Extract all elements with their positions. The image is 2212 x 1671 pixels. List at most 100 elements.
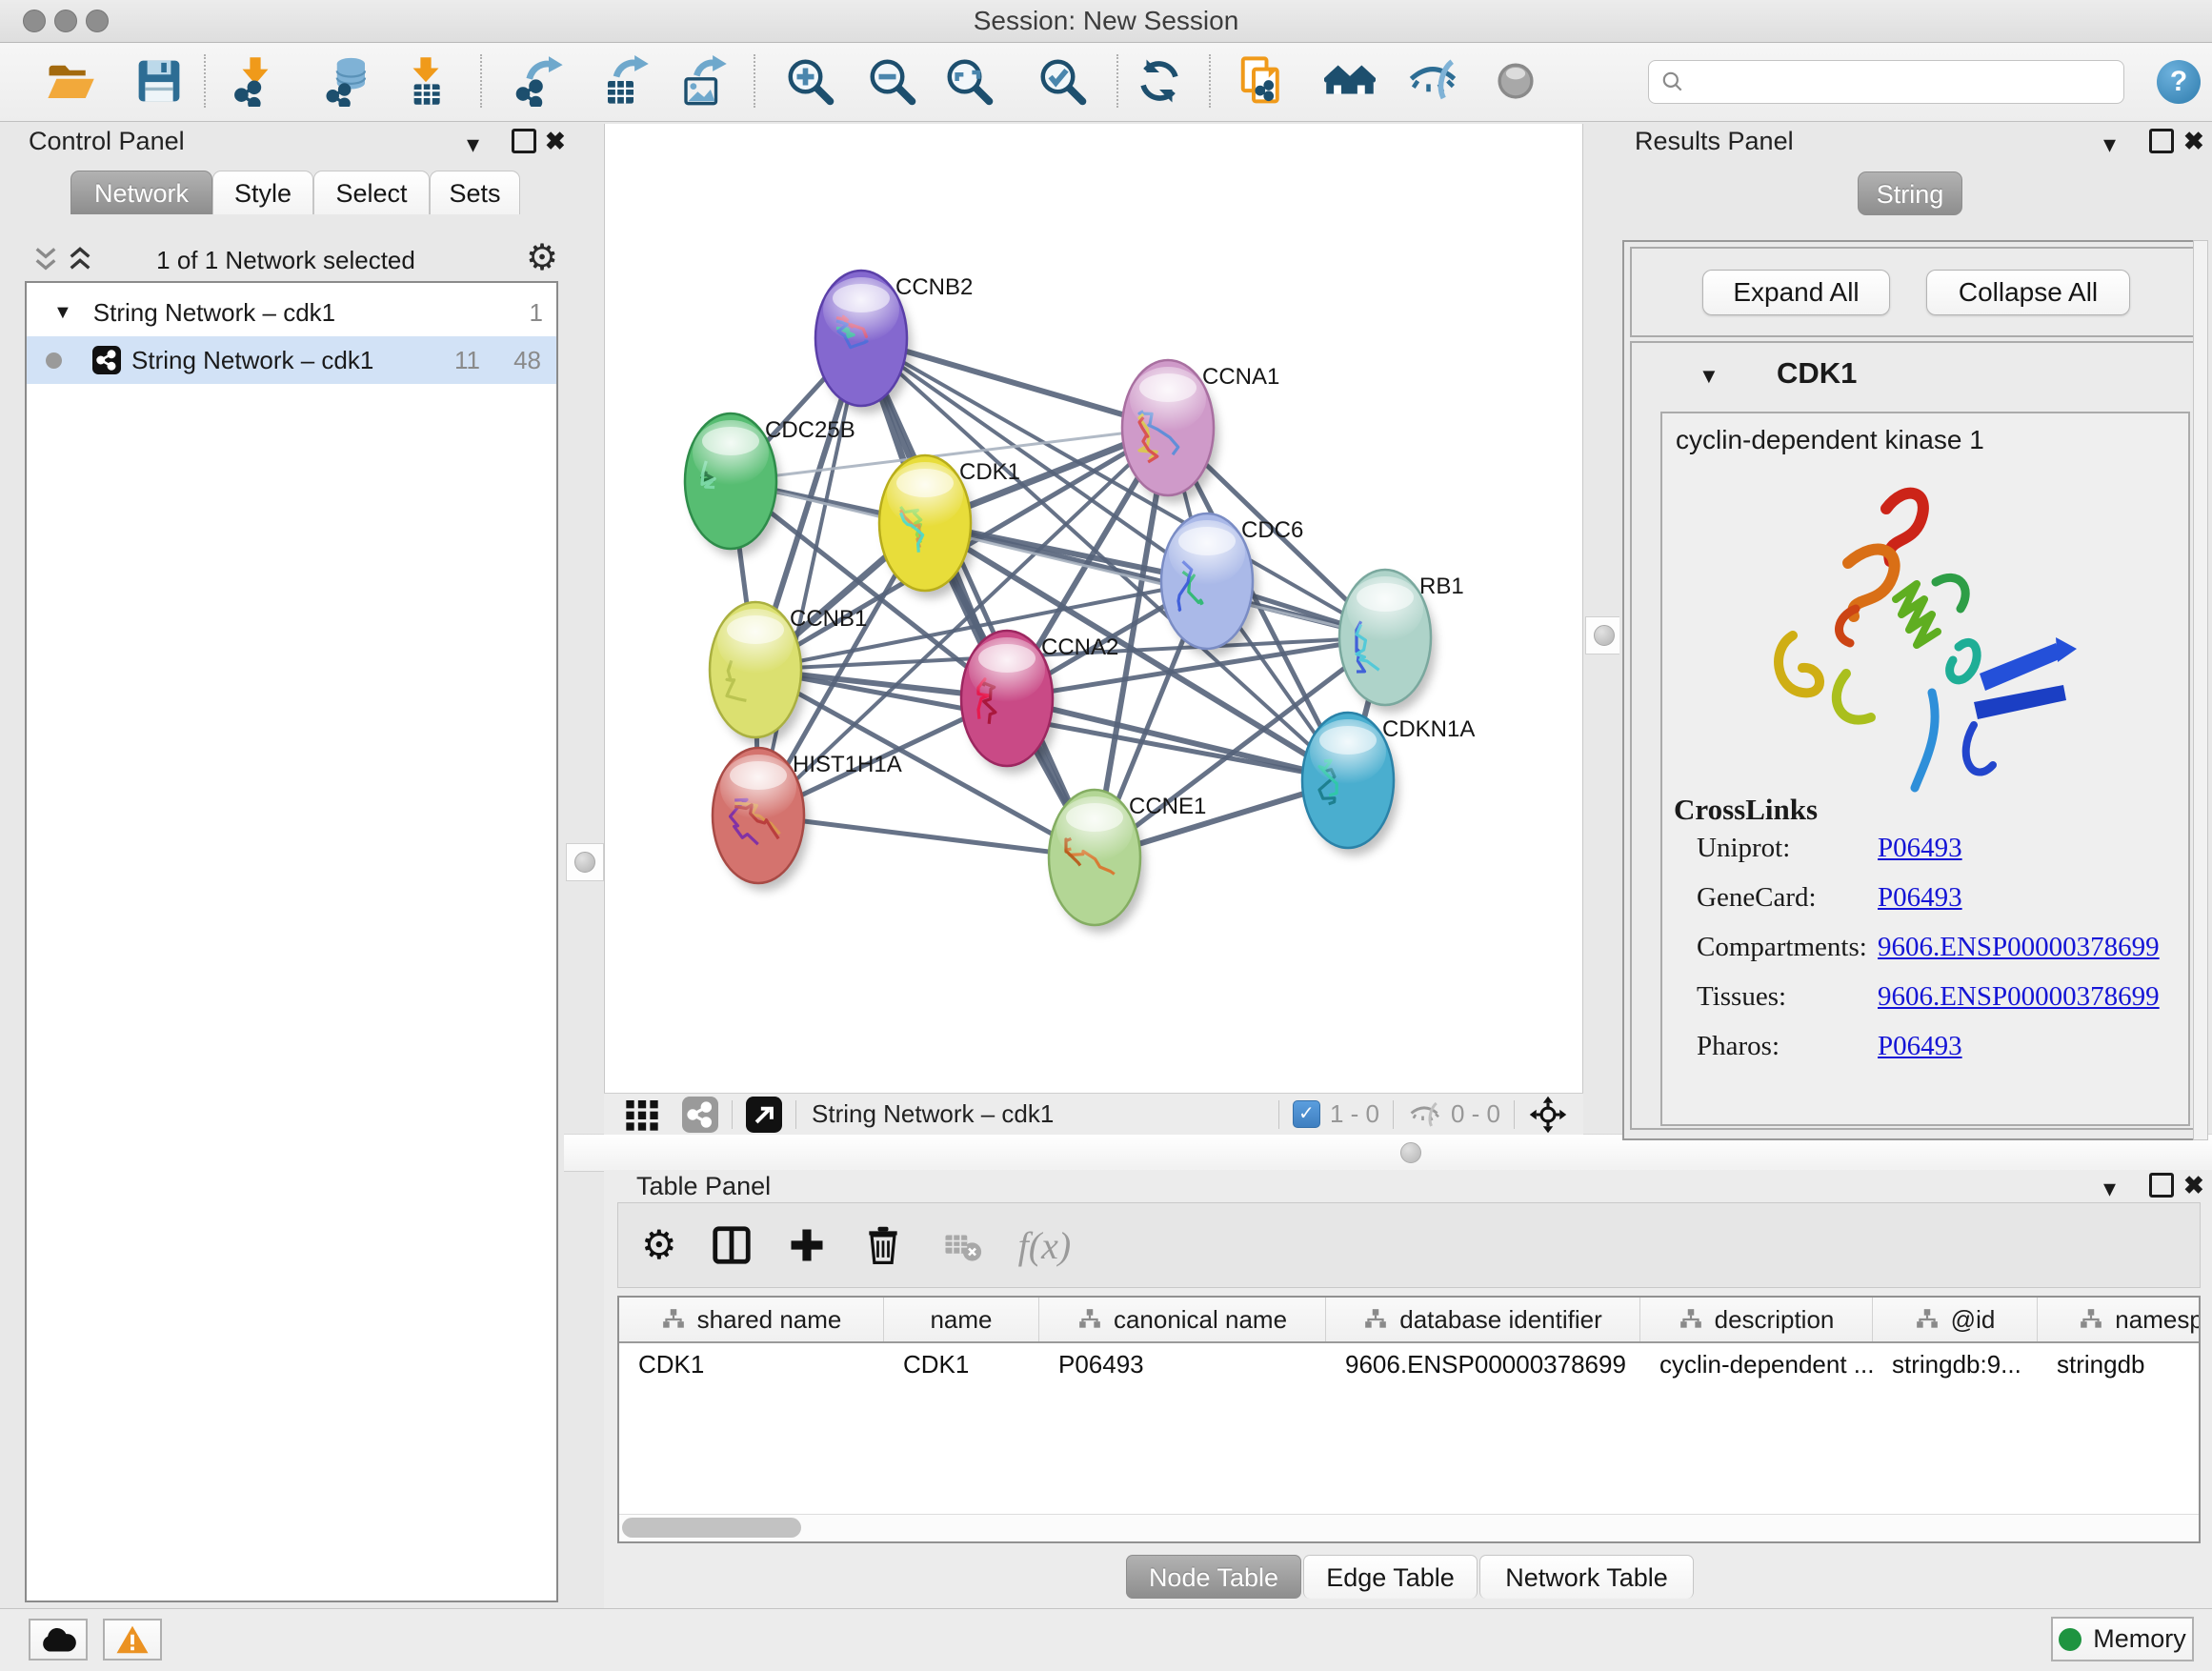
network-node-HIST1H1A[interactable]: HIST1H1A	[713, 748, 902, 891]
warnings-button[interactable]	[103, 1619, 162, 1661]
right-splitter-handle[interactable]	[1585, 616, 1623, 654]
network-edge[interactable]	[758, 815, 1095, 857]
tab-network[interactable]: Network	[70, 171, 212, 214]
collection-collapse-icon[interactable]: ▼	[53, 302, 72, 324]
network-canvas[interactable]: CCNB2CCNA1CDC25BCDK1CDC6RB1CCNB1CCNA2CDK…	[604, 124, 1583, 1093]
show-all-networks-icon[interactable]	[1324, 55, 1376, 107]
save-session-icon[interactable]	[133, 55, 185, 107]
table-cell[interactable]: stringdb:9...	[1873, 1343, 2038, 1385]
delete-table-icon[interactable]	[942, 1225, 982, 1265]
network-node-CCNB2[interactable]: CCNB2	[815, 271, 973, 413]
control-panel-menu-icon[interactable]: ▾	[467, 131, 479, 156]
hide-details-icon[interactable]	[1407, 55, 1458, 107]
column-header-shared-name[interactable]: shared name	[619, 1298, 884, 1341]
export-table-icon[interactable]	[599, 55, 651, 107]
network-edge[interactable]	[861, 338, 1095, 857]
network-node-CDKN1A[interactable]: CDKN1A	[1302, 713, 1475, 856]
column-header-description[interactable]: description	[1640, 1298, 1873, 1341]
network-node-RB1[interactable]: RB1	[1339, 570, 1464, 713]
column-header-canonical-name[interactable]: canonical name	[1039, 1298, 1326, 1341]
column-header-database-identifier[interactable]: database identifier	[1326, 1298, 1640, 1341]
results-panel-float-icon[interactable]	[2149, 129, 2174, 153]
refresh-icon[interactable]	[1134, 55, 1185, 107]
table-cell[interactable]: 9606.ENSP00000378699	[1326, 1343, 1640, 1385]
column-header-namespace[interactable]: namespace	[2038, 1298, 2201, 1341]
show-columns-icon[interactable]	[710, 1223, 754, 1267]
import-table-icon[interactable]	[400, 55, 452, 107]
crosslink-value-link[interactable]: 9606.ENSP00000378699	[1878, 981, 2160, 1013]
tab-edge-table[interactable]: Edge Table	[1303, 1555, 1478, 1599]
network-node-CCNB1[interactable]: CCNB1	[710, 602, 867, 745]
results-scrollbar[interactable]	[2193, 240, 2208, 1140]
table-panel-close-icon[interactable]: ✖	[2183, 1173, 2204, 1198]
crosslink-value-link[interactable]: P06493	[1878, 1031, 1962, 1062]
delete-column-icon[interactable]	[862, 1224, 904, 1266]
tab-sets[interactable]: Sets	[430, 171, 520, 214]
network-node-CCNA1[interactable]: CCNA1	[1122, 360, 1279, 503]
table-cell[interactable]: CDK1	[884, 1343, 1039, 1385]
table-cell[interactable]: CDK1	[619, 1343, 884, 1385]
table-cell[interactable]: cyclin-dependent ...	[1640, 1343, 1873, 1385]
import-database-icon[interactable]	[322, 55, 373, 107]
left-splitter-handle[interactable]	[566, 843, 604, 881]
control-panel-float-icon[interactable]	[512, 129, 536, 153]
section-collapse-icon[interactable]: ▼	[1699, 364, 1719, 389]
pan-crosshair-icon[interactable]	[1528, 1095, 1568, 1135]
tab-string[interactable]: String	[1858, 171, 1962, 215]
expand-all-networks-icon[interactable]	[30, 244, 61, 274]
birds-eye-view-icon[interactable]	[623, 1096, 661, 1134]
tab-node-table[interactable]: Node Table	[1126, 1555, 1301, 1599]
search-field[interactable]	[1648, 60, 2124, 104]
function-builder-button[interactable]: f(x)	[1018, 1223, 1072, 1268]
memory-button[interactable]: Memory	[2051, 1617, 2194, 1661]
tab-select[interactable]: Select	[313, 171, 430, 214]
control-panel-close-icon[interactable]: ✖	[545, 129, 566, 153]
network-edge[interactable]	[758, 338, 861, 815]
open-session-icon[interactable]	[45, 55, 96, 107]
right-splitter[interactable]	[1583, 124, 1623, 1134]
column-header-name[interactable]: name	[884, 1298, 1039, 1341]
table-row[interactable]: CDK1CDK1P064939606.ENSP00000378699cyclin…	[619, 1343, 2201, 1385]
cloud-button[interactable]	[29, 1619, 88, 1661]
zoom-out-icon[interactable]	[866, 55, 917, 107]
horizontal-splitter-handle[interactable]	[1400, 1142, 1421, 1163]
network-node-CCNE1[interactable]: CCNE1	[1049, 790, 1206, 933]
crosslink-value-link[interactable]: 9606.ENSP00000378699	[1878, 932, 2160, 963]
zoom-in-icon[interactable]	[784, 55, 835, 107]
hidden-elements-icon[interactable]	[1407, 1097, 1441, 1132]
zoom-fit-icon[interactable]	[943, 55, 995, 107]
network-node-CDC6[interactable]: CDC6	[1161, 513, 1303, 656]
collapse-all-button[interactable]: Collapse All	[1926, 270, 2130, 315]
scrollbar-thumb[interactable]	[622, 1518, 801, 1538]
tab-network-table[interactable]: Network Table	[1479, 1555, 1694, 1599]
table-panel-menu-icon[interactable]: ▾	[2103, 1176, 2116, 1200]
tab-style[interactable]: Style	[212, 171, 313, 214]
expand-all-button[interactable]: Expand All	[1702, 270, 1890, 315]
export-image-icon[interactable]	[677, 55, 729, 107]
network-overview-icon[interactable]	[682, 1097, 718, 1133]
detach-view-icon[interactable]	[746, 1097, 782, 1133]
network-options-gear-icon[interactable]: ⚙	[526, 236, 558, 279]
crosslink-value-link[interactable]: P06493	[1878, 833, 1962, 864]
selected-nodes-checkbox-icon[interactable]: ✓	[1293, 1100, 1320, 1128]
network-row[interactable]: String Network – cdk1 11 48	[27, 336, 556, 384]
zoom-selected-icon[interactable]	[1036, 55, 1088, 107]
column-header--id[interactable]: @id	[1873, 1298, 2038, 1341]
collapse-all-networks-icon[interactable]	[65, 244, 95, 274]
show-details-icon[interactable]	[1490, 55, 1541, 107]
table-options-gear-icon[interactable]: ⚙	[641, 1225, 677, 1265]
table-cell[interactable]: P06493	[1039, 1343, 1326, 1385]
clone-network-icon[interactable]	[1237, 55, 1288, 107]
network-node-CCNA2[interactable]: CCNA2	[961, 631, 1118, 774]
network-collection-row[interactable]: ▼ String Network – cdk1 1	[27, 289, 556, 336]
export-network-icon[interactable]	[514, 55, 566, 107]
create-column-icon[interactable]	[786, 1224, 828, 1266]
help-button[interactable]: ?	[2157, 60, 2201, 104]
table-horizontal-scrollbar[interactable]	[619, 1514, 2199, 1541]
results-panel-menu-icon[interactable]: ▾	[2103, 131, 2116, 156]
search-input[interactable]	[1685, 67, 2099, 98]
import-network-icon[interactable]	[230, 55, 281, 107]
left-splitter[interactable]	[564, 124, 604, 1134]
table-panel-float-icon[interactable]	[2149, 1173, 2174, 1198]
results-panel-close-icon[interactable]: ✖	[2183, 129, 2204, 153]
